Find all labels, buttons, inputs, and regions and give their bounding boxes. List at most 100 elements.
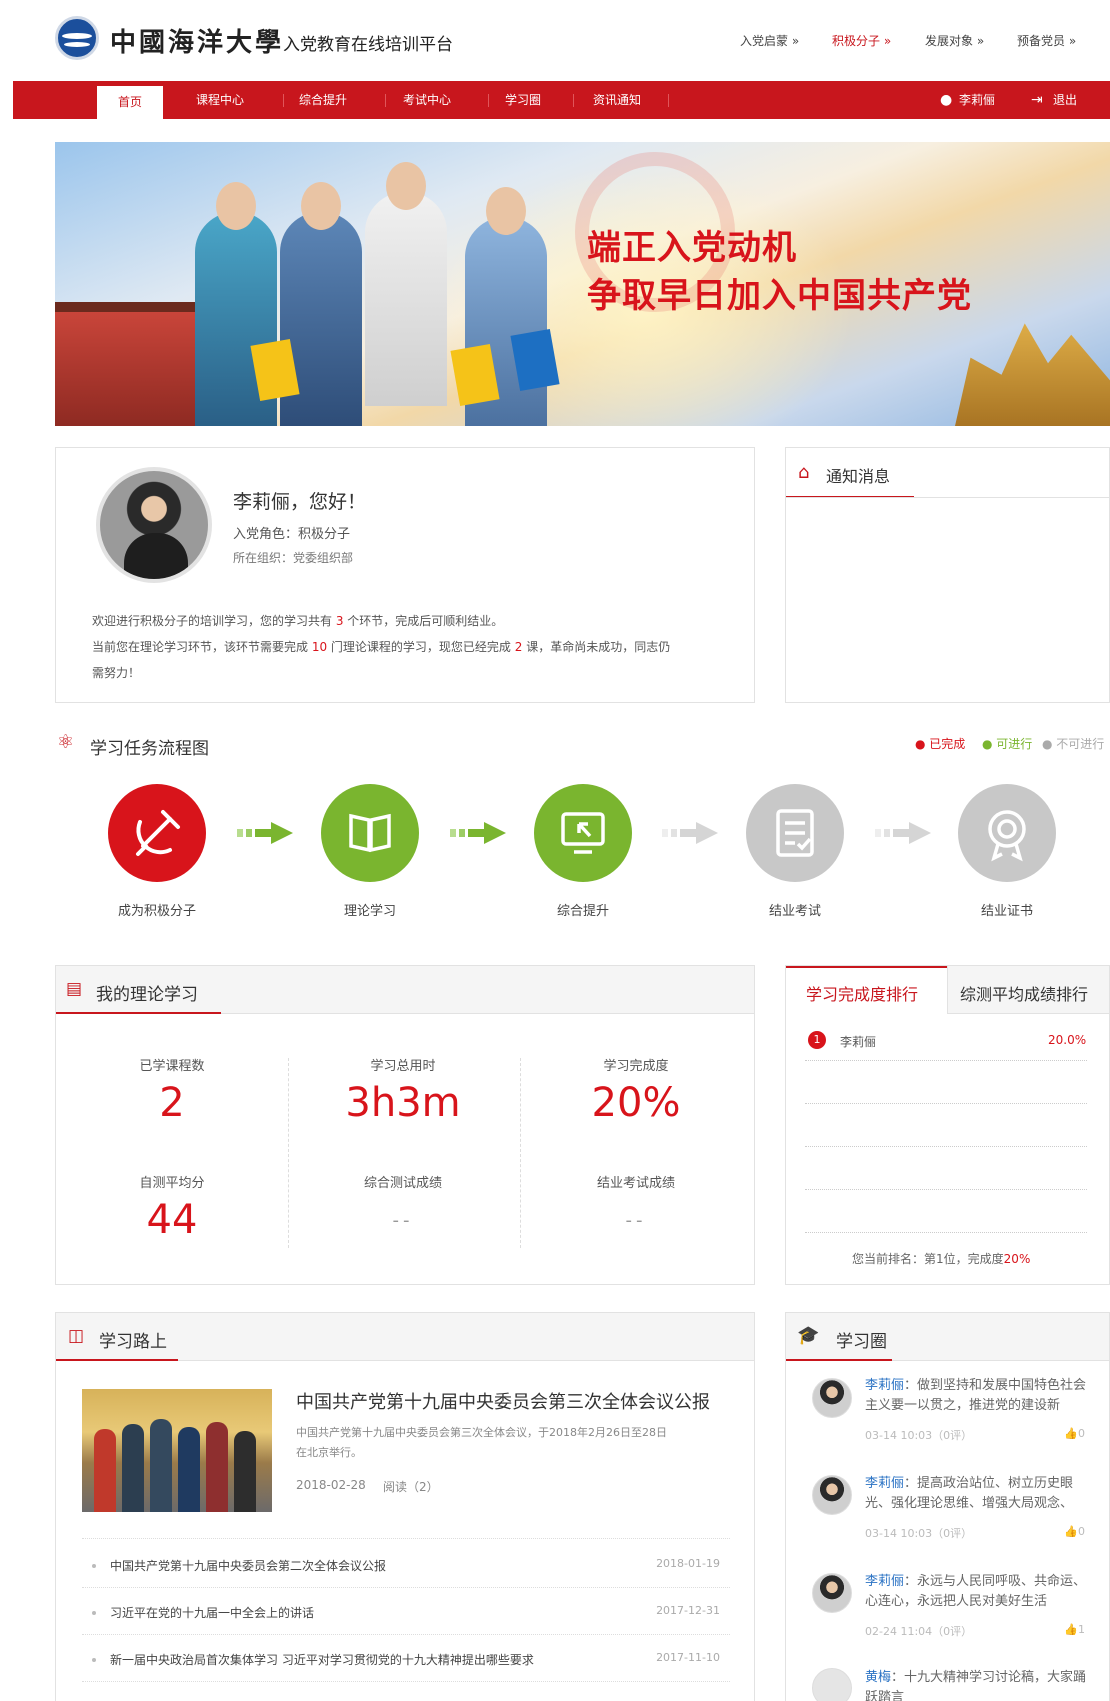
party-role: 入党角色：积极分子: [233, 527, 351, 542]
nav-course-center[interactable]: 课程中心: [196, 81, 244, 119]
circle-post-text[interactable]: 李莉俪：做到坚持和发展中国特色社会主义要一以贯之，推进党的建设新: [865, 1376, 1090, 1416]
stat-label-total-time: 学习总用时: [370, 1059, 436, 1074]
avatar[interactable]: [812, 1475, 852, 1515]
stat-label-comprehensive-test: 综合测试成绩: [363, 1176, 442, 1191]
banner-slogan-line2: 争取早日加入中国共产党: [587, 276, 972, 316]
avatar[interactable]: [96, 467, 212, 583]
banner-slogan-line1: 端正入党动机: [587, 228, 797, 268]
monument-statue-illustration: [955, 323, 1110, 426]
welcome-message: 欢迎进行积极分子的培训学习，您的学习共有 3 个环节，完成后可顺利结业。: [92, 614, 504, 628]
top-link-enlightenment[interactable]: 入党启蒙 »: [740, 32, 799, 49]
nav-user-name[interactable]: 李莉俪: [959, 81, 995, 119]
flow-chart-icon: ⚛: [57, 731, 75, 753]
nav-study-circle[interactable]: 学习圈: [505, 81, 541, 119]
university-logo-icon[interactable]: [55, 16, 99, 60]
top-link-development[interactable]: 发展对象 »: [925, 32, 984, 49]
top-link-probationary[interactable]: 预备党员 »: [1017, 32, 1076, 49]
list-item[interactable]: 中国共产党第十九届中央委员会第二次全体会议公报 2018-01-19: [82, 1544, 730, 1588]
step-become-activist[interactable]: [108, 784, 206, 882]
home-icon: ⌂: [798, 462, 810, 483]
stat-value-comprehensive-test: --: [392, 1210, 414, 1231]
featured-news-date: 2018-02-28: [296, 1478, 366, 1492]
list-item[interactable]: 习近平在党的十九届一中全会上的讲话 2017-12-31: [82, 1591, 730, 1635]
avatar[interactable]: [812, 1573, 852, 1613]
stat-value-self-test-avg: 44: [146, 1197, 198, 1243]
avatar[interactable]: [812, 1668, 852, 1701]
rank-name: 李莉俪: [840, 1035, 877, 1049]
nav-exam-center[interactable]: 考试中心: [403, 81, 451, 119]
top-link-activist[interactable]: 积极分子 »: [832, 32, 891, 49]
graduation-cap-icon: 🎓: [797, 1325, 820, 1346]
nav-home[interactable]: 首页: [97, 86, 163, 119]
progress-message-tail: 需努力！: [92, 666, 141, 680]
avatar[interactable]: [812, 1378, 852, 1418]
logout-icon: ⇥: [1031, 92, 1043, 108]
legend-completed: ● 已完成: [915, 737, 966, 751]
theory-study-title: 我的理论学习: [96, 985, 198, 1005]
checklist-icon: [776, 809, 814, 857]
stat-value-final-exam: --: [625, 1210, 647, 1231]
flow-arrow-icon: [875, 822, 931, 844]
certificate-medal-icon: [988, 810, 1026, 862]
step-label: 结业考试: [768, 904, 821, 919]
circle-post-meta: 02-24 11:04（0评）: [865, 1625, 973, 1638]
stat-label-final-exam: 结业考试成绩: [596, 1176, 675, 1191]
step-theory-study[interactable]: [321, 784, 419, 882]
list-item[interactable]: 新一届中央政治局首次集体学习 习近平对学习贯彻党的十九大精神提出哪些要求 2017…: [82, 1638, 730, 1682]
platform-name: 入党教育在线培训平台: [283, 35, 453, 55]
greeting: 李莉俪，您好！: [233, 491, 367, 513]
featured-news-summary: 中国共产党第十九届中央委员会第三次全体会议，于2018年2月26日至28日: [296, 1426, 667, 1439]
flow-arrow-icon: [662, 822, 718, 844]
featured-news-image[interactable]: [82, 1389, 272, 1512]
stat-value-courses: 2: [159, 1080, 185, 1126]
tab-completion-ranking[interactable]: 学习完成度排行: [806, 981, 918, 1005]
circle-post-meta: 03-14 10:03（0评）: [865, 1527, 973, 1540]
hammer-sickle-icon: [136, 810, 180, 856]
user-icon: ●: [940, 92, 953, 108]
step-label: 综合提升: [556, 904, 609, 919]
stat-label-completion: 学习完成度: [603, 1059, 669, 1074]
ranking-summary: 您当前排名：第1位，完成度20%: [852, 1252, 1031, 1266]
learning-road-title: 学习路上: [99, 1332, 167, 1352]
step-final-exam[interactable]: [746, 784, 844, 882]
clipboard-icon: ▤: [66, 979, 83, 999]
step-label: 成为积极分子: [117, 904, 196, 919]
rank-value: 20.0%: [1048, 1033, 1087, 1047]
notice-title: 通知消息: [826, 467, 891, 486]
nav-news[interactable]: 资讯通知: [593, 81, 641, 119]
step-label: 结业证书: [980, 904, 1033, 919]
like-button[interactable]: 👍0: [1064, 1525, 1085, 1538]
flow-arrow-icon: [237, 822, 293, 844]
logout-button[interactable]: 退出: [1053, 81, 1077, 119]
book-open-icon: [349, 813, 391, 853]
featured-news-title[interactable]: 中国共产党第十九届中央委员会第三次全体会议公报: [296, 1388, 710, 1414]
student-figure: [365, 162, 447, 406]
like-button[interactable]: 👍0: [1064, 1427, 1085, 1440]
university-logo-text[interactable]: 中國海洋大學: [110, 22, 284, 59]
stat-label-self-test-avg: 自测平均分: [139, 1176, 205, 1191]
flow-arrow-icon: [450, 822, 506, 844]
book-icon: ◫: [68, 1326, 85, 1346]
circle-post-meta: 03-14 10:03（0评）: [865, 1429, 973, 1442]
circle-post-text[interactable]: 李莉俪：永远与人民同呼吸、共命运、心连心，永远把人民对美好生活: [865, 1572, 1090, 1612]
featured-news-reads: 阅读（2）: [383, 1480, 439, 1494]
tab-avg-score-ranking[interactable]: 综测平均成绩排行: [960, 981, 1088, 1005]
rank-badge: 1: [808, 1031, 826, 1049]
step-comprehensive-improvement[interactable]: [534, 784, 632, 882]
stat-value-total-time: 3h3m: [345, 1080, 461, 1126]
step-label: 理论学习: [343, 904, 396, 919]
circle-post-text[interactable]: 黄梅：十九大精神学习讨论稿，大家踊跃踏言: [865, 1668, 1090, 1701]
featured-news-summary-tail: 在北京举行。: [296, 1446, 362, 1459]
stat-label-courses: 已学课程数: [139, 1059, 205, 1074]
stat-value-completion: 20%: [591, 1080, 681, 1126]
like-button[interactable]: 👍1: [1064, 1623, 1085, 1636]
step-certificate[interactable]: [958, 784, 1056, 882]
circle-post-text[interactable]: 李莉俪：提高政治站位、树立历史眼光、强化理论思维、增强大局观念、: [865, 1474, 1090, 1514]
nav-comprehensive[interactable]: 综合提升: [299, 81, 347, 119]
monitor-icon: [561, 812, 605, 854]
legend-available: ● 可进行: [982, 737, 1033, 751]
flow-title: 学习任务流程图: [90, 739, 209, 759]
ranking-panel: [785, 965, 1110, 1285]
organization: 所在组织：党委组织部: [233, 551, 354, 565]
main-nav: 首页 课程中心 综合提升 考试中心 学习圈 资讯通知 ● 李莉俪 ⇥ 退出: [13, 81, 1110, 119]
